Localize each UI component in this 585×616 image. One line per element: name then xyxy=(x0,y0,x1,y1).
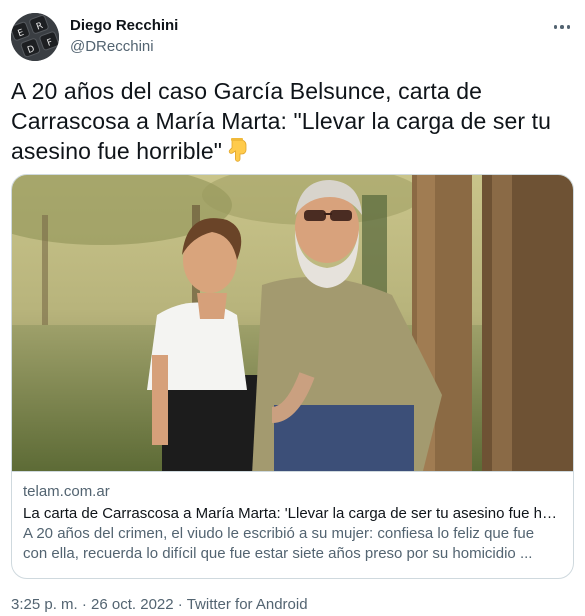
more-horizontal-icon xyxy=(553,25,558,29)
author-handle[interactable]: @DRecchini xyxy=(70,37,178,57)
tweet-meta: 3:25 p. m. · 26 oct. 2022 · Twitter for … xyxy=(11,595,308,615)
tweet-text-content: A 20 años del caso García Belsunce, cart… xyxy=(11,78,552,164)
tweet-header: E R D F Diego Recchini @DRecchini xyxy=(11,13,575,63)
avatar-keyboard-image: E R D F xyxy=(11,13,59,61)
meta-separator: · xyxy=(173,596,187,613)
author-display-name[interactable]: Diego Recchini xyxy=(70,16,178,36)
avatar[interactable]: E R D F xyxy=(11,13,59,61)
card-title: La carta de Carrascosa a María Marta: 'L… xyxy=(23,505,562,522)
link-card[interactable]: telam.com.ar La carta de Carrascosa a Ma… xyxy=(11,174,574,579)
tweet-source[interactable]: Twitter for Android xyxy=(187,596,308,613)
tweet-text: A 20 años del caso García Belsunce, cart… xyxy=(11,76,571,169)
card-photo xyxy=(12,175,573,471)
more-options-button[interactable] xyxy=(549,17,575,37)
card-image[interactable] xyxy=(12,175,573,471)
card-domain: telam.com.ar xyxy=(23,483,110,500)
card-description: A 20 años del crimen, el viudo le escrib… xyxy=(23,525,535,562)
author-block: Diego Recchini @DRecchini xyxy=(70,16,178,57)
pointing-down-emoji-icon xyxy=(226,138,248,169)
meta-separator: · xyxy=(77,596,92,613)
tweet-time[interactable]: 3:25 p. m. xyxy=(11,596,78,613)
card-body[interactable]: telam.com.ar La carta de Carrascosa a Ma… xyxy=(12,471,573,578)
tweet-date[interactable]: 26 oct. 2022 xyxy=(91,596,174,613)
